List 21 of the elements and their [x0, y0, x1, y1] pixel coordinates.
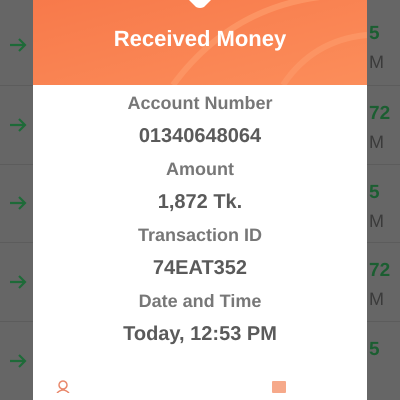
field-value: Today, 12:53 PM [123, 324, 277, 345]
document-icon[interactable] [271, 379, 287, 393]
arrow-icon [9, 275, 27, 290]
person-icon[interactable] [55, 379, 71, 393]
field-value: 74EAT352 [152, 258, 248, 279]
amount-text: 5 [369, 182, 381, 202]
field-label: Date and Time [138, 291, 262, 312]
arrow-icon [9, 196, 27, 210]
arrow-icon [9, 118, 27, 132]
amount-text: 5 [369, 24, 381, 43]
amount-text: 72 [369, 104, 392, 123]
field-label: Account Number [127, 93, 272, 114]
dialog-title: Received Money [114, 28, 286, 50]
arrow-icon [9, 354, 27, 368]
arrow-icon [9, 38, 27, 52]
amount-text: 5 [369, 340, 381, 360]
field-value: 01340648064 [138, 126, 262, 147]
amount-text: 72 [369, 261, 392, 280]
field-label: Amount [166, 159, 234, 180]
field-label: Transaction ID [138, 225, 262, 246]
field-value: 1,872 Tk. [158, 192, 242, 213]
